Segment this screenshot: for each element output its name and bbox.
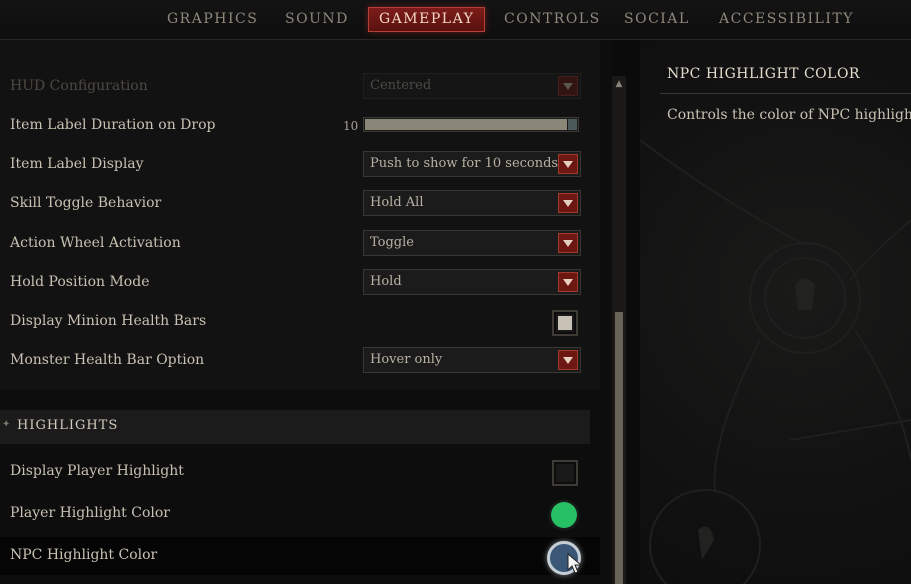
chevron-down-icon[interactable] <box>558 233 578 253</box>
highlights-section-header: ✦ HIGHLIGHTS <box>0 410 590 444</box>
setting-label: Item Label Display <box>10 156 144 172</box>
tab-accessibility[interactable]: ACCESSIBILITY <box>719 11 854 27</box>
setting-row-skill-toggle-behavior: Skill Toggle Behavior Hold All <box>0 185 600 223</box>
setting-label: Hold Position Mode <box>10 274 150 290</box>
general-settings-group: HUD Configuration Centered Item Label Du… <box>0 40 600 390</box>
scroll-up-arrow-icon[interactable]: ▲ <box>613 78 625 90</box>
info-description: Controls the color of NPC highlights. <box>667 107 911 123</box>
tab-sound[interactable]: SOUND <box>285 11 349 27</box>
skill-toggle-behavior-dropdown[interactable]: Hold All <box>363 190 581 216</box>
dropdown-value: Hold All <box>370 195 424 210</box>
setting-label: Display Player Highlight <box>10 463 184 479</box>
tab-gameplay[interactable]: GAMEPLAY <box>368 7 486 32</box>
setting-row-npc-highlight-color: NPC Highlight Color <box>0 537 600 575</box>
setting-label: Player Highlight Color <box>10 505 170 521</box>
item-label-display-dropdown[interactable]: Push to show for 10 seconds <box>363 151 581 177</box>
chevron-down-icon[interactable] <box>558 154 578 174</box>
tab-social[interactable]: SOCIAL <box>624 11 690 27</box>
dropdown-value: Toggle <box>370 235 414 250</box>
chevron-down-icon[interactable] <box>558 193 578 213</box>
setting-label: Action Wheel Activation <box>10 235 181 251</box>
action-wheel-activation-dropdown[interactable]: Toggle <box>363 230 581 256</box>
setting-row-item-label-duration: Item Label Duration on Drop 10 <box>0 107 600 145</box>
mouse-pointer-icon <box>567 553 583 574</box>
setting-row-player-highlight-color: Player Highlight Color <box>0 495 600 533</box>
tab-controls[interactable]: CONTROLS <box>504 11 601 27</box>
setting-label: HUD Configuration <box>10 78 148 94</box>
slider-value: 10 <box>343 119 359 133</box>
display-minion-health-bars-checkbox[interactable] <box>552 310 578 336</box>
setting-row-hold-position-mode: Hold Position Mode Hold <box>0 264 600 302</box>
setting-row-display-player-highlight: Display Player Highlight <box>0 453 600 491</box>
slider-thumb[interactable] <box>568 119 577 130</box>
setting-row-action-wheel-activation: Action Wheel Activation Toggle <box>0 225 600 263</box>
display-player-highlight-checkbox[interactable] <box>552 460 578 486</box>
section-title: HIGHLIGHTS <box>17 418 119 433</box>
dropdown-value: Hover only <box>370 352 443 367</box>
player-highlight-color-swatch[interactable] <box>551 502 577 528</box>
monster-health-bar-option-dropdown[interactable]: Hover only <box>363 347 581 373</box>
settings-tab-bar: GRAPHICS SOUND GAMEPLAY CONTROLS SOCIAL … <box>0 0 911 40</box>
chevron-down-icon[interactable] <box>558 350 578 370</box>
setting-label: Monster Health Bar Option <box>10 352 205 368</box>
tab-graphics[interactable]: GRAPHICS <box>167 11 258 27</box>
setting-row-display-minion-health-bars: Display Minion Health Bars <box>0 303 600 341</box>
hold-position-mode-dropdown[interactable]: Hold <box>363 269 581 295</box>
dropdown-value: Push to show for 10 seconds <box>370 156 559 171</box>
divider <box>660 93 911 94</box>
hud-configuration-dropdown: Centered <box>363 73 581 99</box>
setting-label: NPC Highlight Color <box>10 547 158 563</box>
slider-fill <box>365 119 567 130</box>
dropdown-value: Centered <box>370 78 432 93</box>
settings-scrollbar[interactable]: ▲ <box>612 76 626 584</box>
setting-label: Display Minion Health Bars <box>10 313 207 329</box>
chevron-down-icon <box>558 76 578 96</box>
dropdown-value: Hold <box>370 274 402 289</box>
scrollbar-thumb[interactable] <box>615 312 623 584</box>
setting-info-panel: NPC HIGHLIGHT COLOR Controls the color o… <box>640 40 911 584</box>
setting-row-monster-health-bar-option: Monster Health Bar Option Hover only <box>0 342 600 380</box>
chevron-down-icon[interactable] <box>558 272 578 292</box>
setting-label: Item Label Duration on Drop <box>10 117 216 133</box>
setting-label: Skill Toggle Behavior <box>10 195 162 211</box>
settings-list-panel: HUD Configuration Centered Item Label Du… <box>0 40 612 584</box>
setting-row-item-label-display: Item Label Display Push to show for 10 s… <box>0 146 600 184</box>
item-label-duration-slider[interactable] <box>363 117 579 132</box>
diamond-icon: ✦ <box>2 419 11 430</box>
setting-row-hud-configuration: HUD Configuration Centered <box>0 68 600 106</box>
info-title: NPC HIGHLIGHT COLOR <box>667 66 860 82</box>
